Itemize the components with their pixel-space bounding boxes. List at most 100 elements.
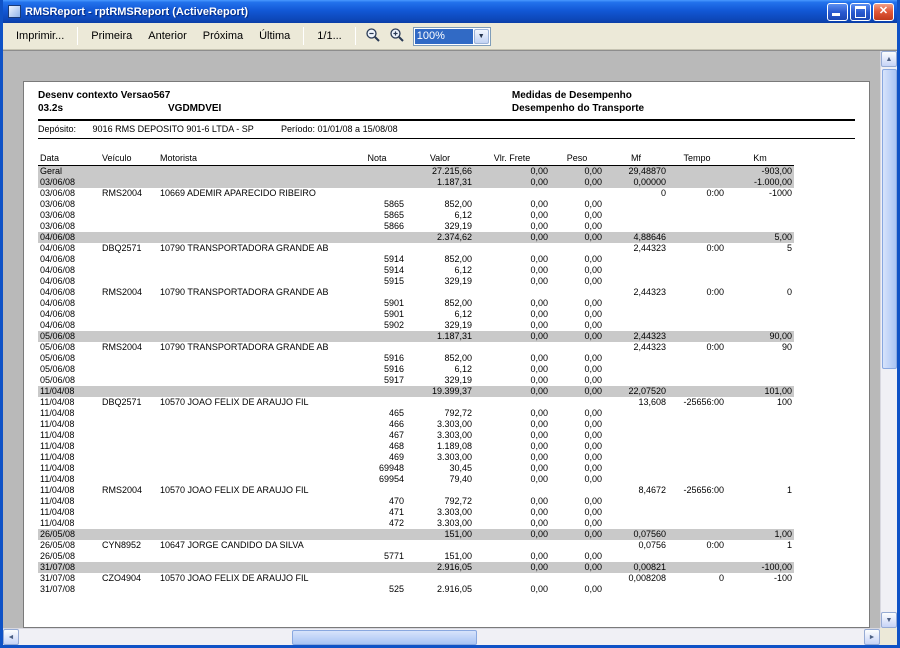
page-indicator[interactable]: 1/1...	[310, 26, 348, 46]
cell-frete: 0,00	[474, 165, 550, 177]
cell-tempo	[668, 276, 726, 287]
cell-frete: 0,00	[530, 353, 548, 363]
toolbar-separator	[303, 27, 305, 45]
vertical-scrollbar[interactable]: ▲ ▼	[880, 51, 897, 628]
cell-mf	[604, 551, 668, 562]
cell-mf: 0,008208	[628, 573, 666, 583]
cell-veiculo	[100, 232, 158, 243]
scroll-left-icon[interactable]: ◄	[3, 629, 19, 645]
titlebar[interactable]: RMSReport - rptRMSReport (ActiveReport) …	[3, 0, 897, 23]
cell-frete: 0,00	[474, 232, 550, 243]
cell-tempo: 0	[718, 573, 724, 583]
horizontal-scrollbar-thumb[interactable]	[292, 630, 477, 645]
cell-motorista	[158, 529, 348, 540]
cell-frete: 0,00	[474, 177, 550, 188]
table-row: 05/06/08 5916 852,00 0,00 0,00	[38, 353, 794, 364]
cell-valor: 329,19	[444, 276, 472, 286]
cell-mf: 0,07560	[604, 529, 668, 540]
deposito-label: Depósito:	[38, 124, 77, 134]
imprimir-button[interactable]: Imprimir...	[9, 26, 71, 46]
cell-km	[726, 276, 794, 287]
cell-valor: 329,19	[444, 375, 472, 385]
cell-frete: 0,00	[530, 298, 548, 308]
cell-mf	[604, 210, 668, 221]
cell-mf: 0,00821	[604, 562, 668, 573]
cell-tempo	[668, 562, 726, 573]
horizontal-scrollbar[interactable]: ◄ ►	[3, 628, 880, 645]
cell-valor	[406, 397, 474, 408]
proxima-button[interactable]: Próxima	[196, 26, 250, 46]
cell-mf	[604, 353, 668, 364]
cell-veiculo	[100, 320, 158, 331]
maximize-button[interactable]	[850, 2, 871, 21]
cell-valor: 3.303,00	[436, 452, 472, 462]
report-code: VGDMDVEI	[168, 103, 222, 114]
cell-veiculo: RMS2004	[102, 342, 143, 352]
cell-nota: 5901	[383, 298, 404, 308]
cell-frete	[474, 188, 550, 199]
scroll-right-icon[interactable]: ►	[864, 629, 880, 645]
cell-frete	[474, 397, 550, 408]
cell-motorista	[158, 474, 348, 485]
cell-mf	[604, 430, 668, 441]
cell-veiculo	[100, 177, 158, 188]
cell-data: 04/06/08	[40, 298, 76, 308]
cell-nota: 468	[388, 441, 404, 451]
cell-peso: 0,00	[584, 210, 602, 220]
cell-mf: 2,44323	[633, 243, 666, 253]
column-header-tempo: Tempo	[668, 153, 726, 166]
scrollbar-corner	[880, 628, 897, 645]
cell-frete: 0,00	[530, 210, 548, 220]
cell-veiculo	[100, 386, 158, 397]
cell-frete: 0,00	[530, 265, 548, 275]
cell-veiculo	[100, 265, 158, 276]
cell-data: 04/06/08	[40, 287, 76, 297]
cell-mf	[604, 474, 668, 485]
cell-tempo	[668, 265, 726, 276]
close-button[interactable]: ✕	[873, 2, 894, 21]
cell-km: -903,00	[726, 165, 794, 177]
cell-frete: 0,00	[530, 430, 548, 440]
window-title: RMSReport - rptRMSReport (ActiveReport)	[25, 5, 249, 18]
minimize-button[interactable]	[827, 2, 848, 21]
table-row: 11/04/08 467 3.303,00 0,00 0,00	[38, 430, 794, 441]
report-version: 03.2s	[38, 103, 64, 114]
cell-peso: 0,00	[584, 353, 602, 363]
cell-tempo	[668, 364, 726, 375]
vertical-scrollbar-thumb[interactable]	[882, 69, 897, 370]
column-header-peso: Peso	[550, 153, 604, 166]
cell-km: -100	[773, 573, 792, 583]
cell-motorista	[158, 584, 348, 595]
cell-tempo: 0:00	[706, 188, 724, 198]
zoom-out-button[interactable]	[362, 25, 384, 47]
table-row: 11/04/08 465 792,72 0,00 0,00	[38, 408, 794, 419]
cell-valor: 79,40	[449, 474, 472, 484]
ultima-button[interactable]: Última	[252, 26, 297, 46]
cell-mf	[604, 441, 668, 452]
cell-nota	[348, 232, 406, 243]
cell-peso: 0,00	[584, 309, 602, 319]
cell-motorista	[158, 353, 348, 364]
primeira-button[interactable]: Primeira	[84, 26, 139, 46]
cell-valor	[406, 287, 474, 298]
anterior-button[interactable]: Anterior	[141, 26, 194, 46]
chevron-down-icon[interactable]: ▼	[473, 28, 489, 44]
zoom-in-button[interactable]	[386, 25, 408, 47]
cell-frete: 0,00	[530, 375, 548, 385]
cell-data: 03/06/08	[40, 199, 76, 209]
cell-valor: 6,12	[454, 364, 472, 374]
cell-nota: 466	[388, 419, 404, 429]
cell-nota	[348, 386, 406, 397]
cell-data: 31/07/08	[40, 573, 76, 583]
cell-nota: 5916	[383, 364, 404, 374]
scroll-up-icon[interactable]: ▲	[881, 51, 897, 67]
report-page: Desenv contexto Versao567 Medidas de Des…	[23, 81, 870, 628]
cell-veiculo	[100, 463, 158, 474]
cell-peso: 0,00	[550, 529, 604, 540]
zoom-combobox[interactable]: 100% ▼	[412, 26, 491, 46]
cell-nota: 69948	[378, 463, 404, 473]
scroll-down-icon[interactable]: ▼	[881, 612, 897, 628]
cell-motorista	[158, 309, 348, 320]
cell-frete: 0,00	[474, 331, 550, 342]
cell-data: 11/04/08	[40, 397, 75, 407]
